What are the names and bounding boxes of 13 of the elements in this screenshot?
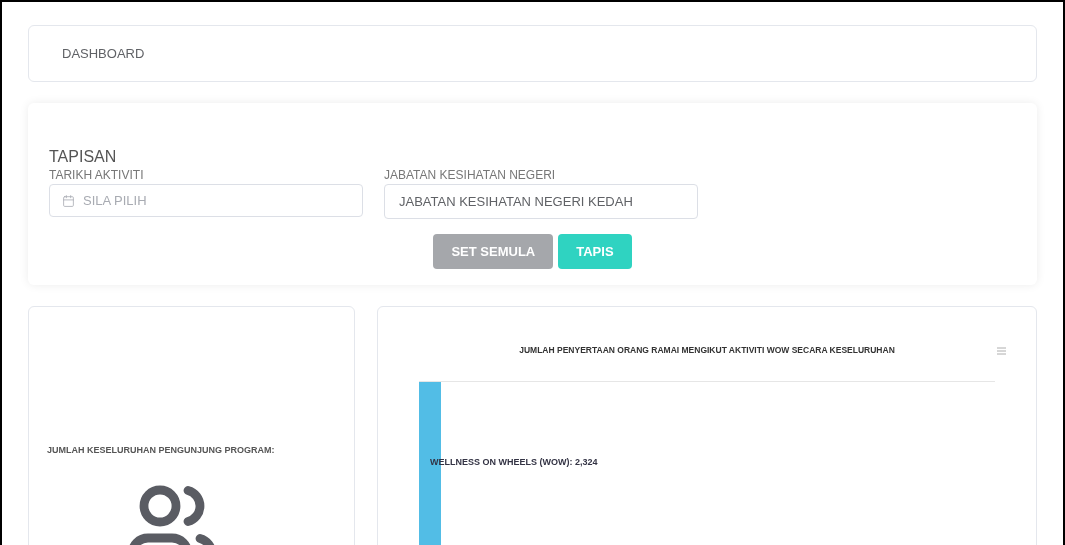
filter-button[interactable]: TAPIS — [558, 234, 632, 269]
filter-title: TAPISAN — [49, 147, 118, 167]
date-input[interactable]: SILA PILIH — [83, 190, 350, 211]
menu-icon[interactable] — [997, 347, 1006, 355]
calendar-icon — [62, 193, 75, 208]
field-label: JABATAN KESIHATAN NEGERI — [384, 167, 557, 183]
visitors-title: JUMLAH KESELURUHAN PENGUNJUNG PROGRAM: — [47, 444, 276, 456]
chart-title: JUMLAH PENYERTAAN ORANG RAMAI MENGIKUT AKTIVITI WOW SECARA KESELURUHAN — [519, 344, 895, 357]
reset-button[interactable]: SET SEMULA — [433, 234, 554, 269]
field-label: TARIKH AKTIVITI — [49, 167, 145, 183]
select-field[interactable]: JABATAN KESIHATAN NEGERI KEDAH — [384, 184, 698, 219]
date-field[interactable]: SILA PILIH — [49, 184, 363, 217]
page-title: DASHBOARD — [62, 44, 145, 63]
